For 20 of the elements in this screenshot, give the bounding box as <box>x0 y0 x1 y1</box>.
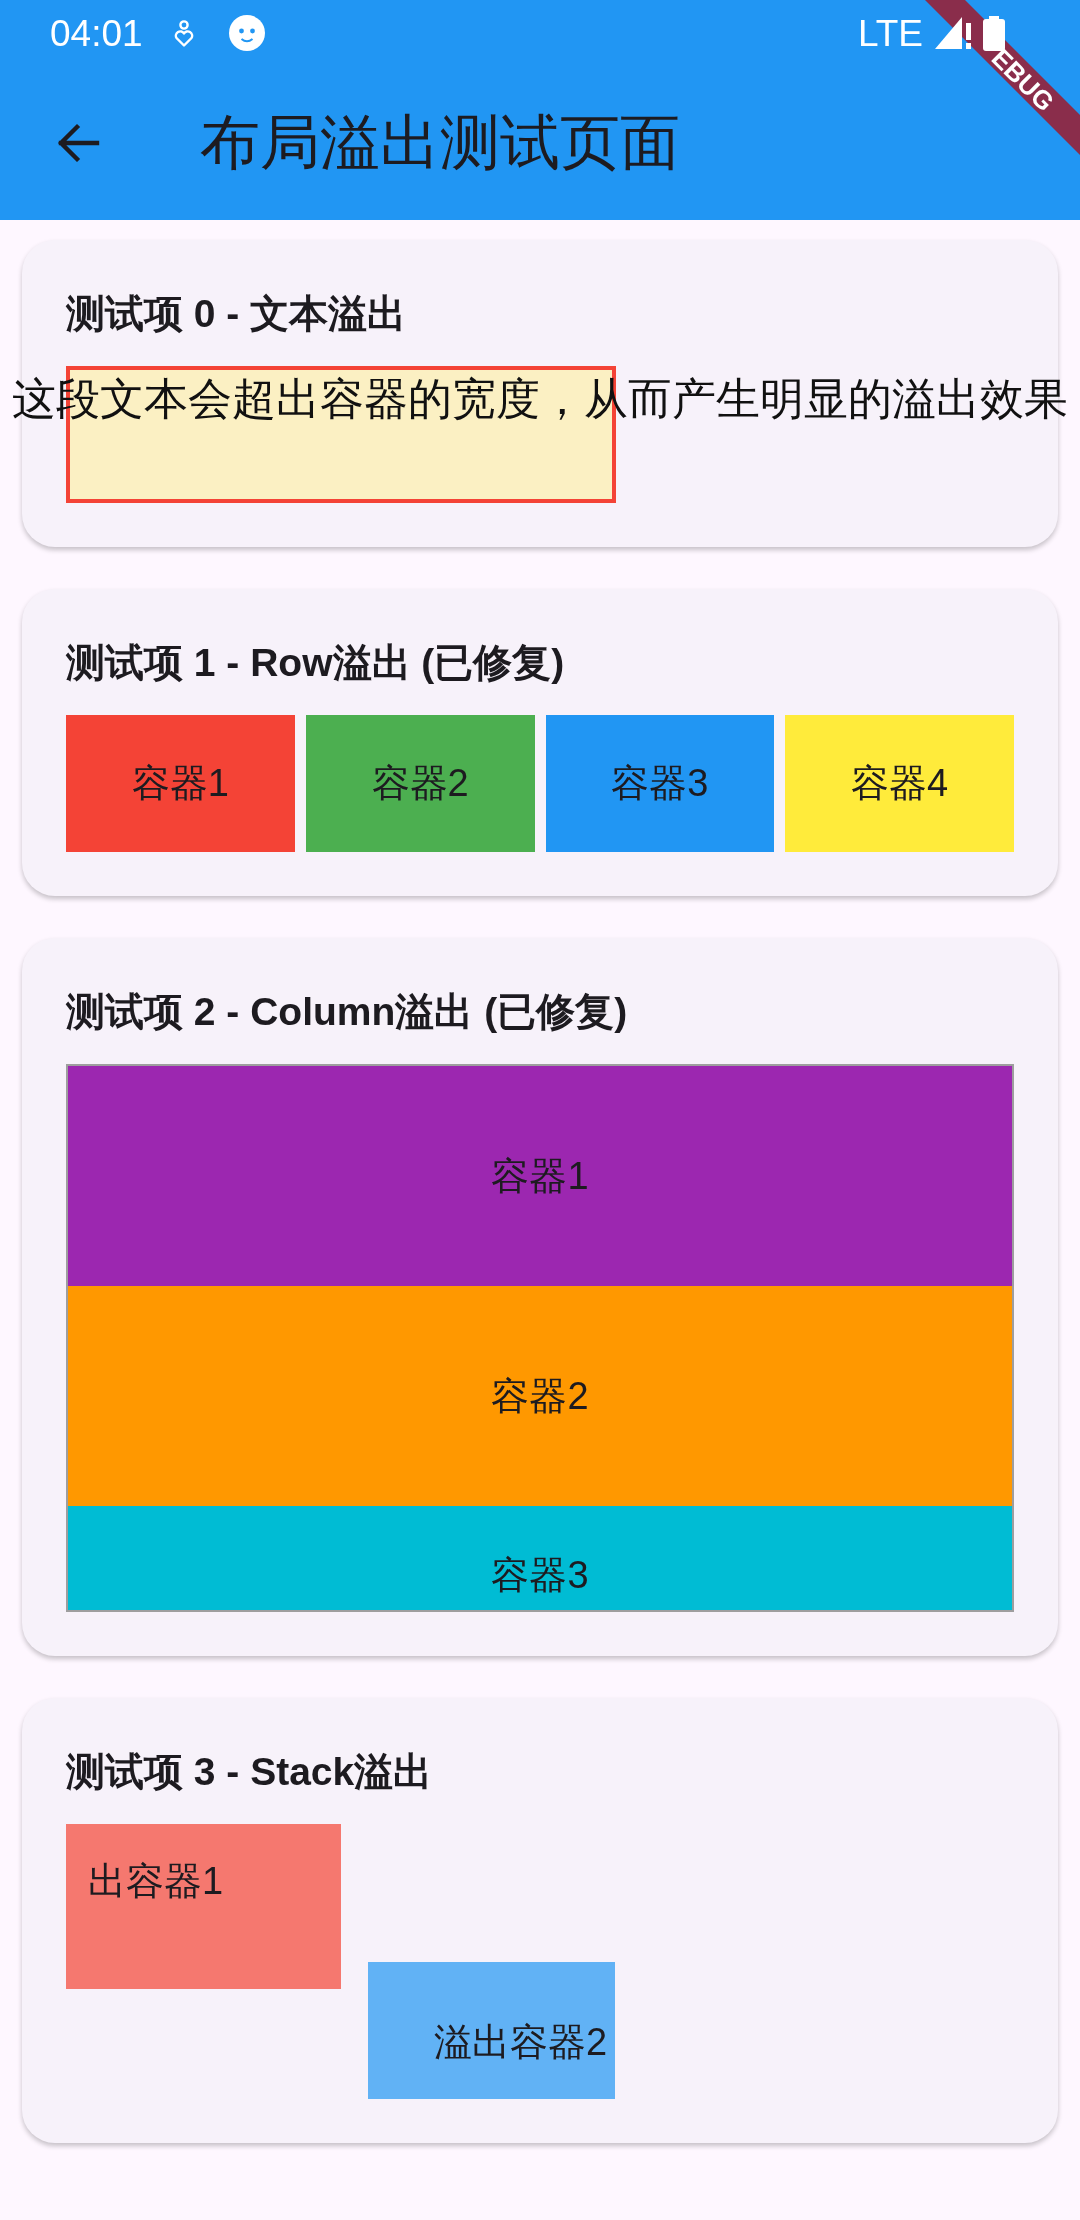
color-block: 容器4 <box>785 715 1014 852</box>
card-title: 测试项 3 - Stack溢出 <box>66 1749 434 1795</box>
card-title: 测试项 2 - Column溢出 (已修复) <box>66 989 629 1035</box>
signal-icon <box>935 17 971 49</box>
color-block: 容器2 <box>68 1286 1012 1506</box>
color-block: 容器3 <box>545 715 775 852</box>
color-block: 溢出容器2 <box>368 1962 615 2099</box>
figure-heart-icon <box>172 19 195 47</box>
back-arrow-icon <box>56 121 100 165</box>
color-block: 容器3 <box>68 1506 1012 1610</box>
card-title: 测试项 1 - Row溢出 (已修复) <box>66 640 566 686</box>
color-block: 容器1 <box>68 1066 1012 1286</box>
card-title: 测试项 0 - 文本溢出 <box>66 291 408 337</box>
color-block: 出容器1 <box>66 1824 341 1989</box>
smiley-icon <box>228 15 265 51</box>
network-label: LTE <box>857 14 923 52</box>
page-title: 布局溢出测试页面 <box>200 108 680 178</box>
status-time: 04:01 <box>50 14 143 52</box>
color-block: 容器2 <box>305 715 535 852</box>
color-block: 容器1 <box>66 715 295 852</box>
